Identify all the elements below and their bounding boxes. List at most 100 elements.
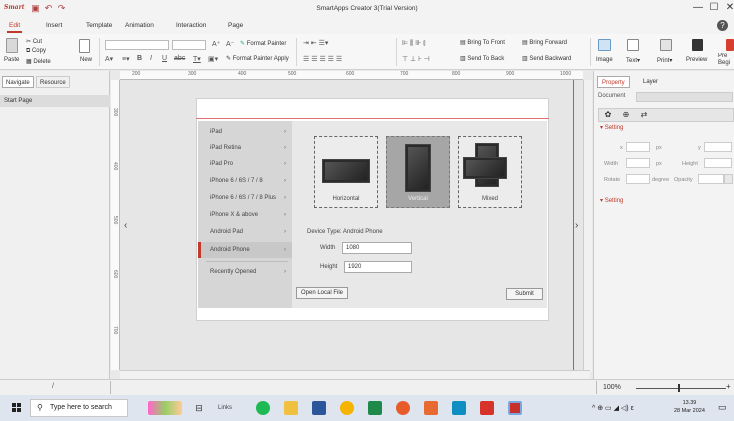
tab-animation[interactable]: Animation: [125, 22, 154, 29]
delete-button[interactable]: ▦ Delete: [26, 58, 51, 65]
app-icon-red[interactable]: [480, 401, 494, 415]
bold-icon[interactable]: B: [137, 55, 142, 62]
app-icon-mixed[interactable]: [424, 401, 438, 415]
taskbar-search[interactable]: ⚲ Type here to search: [30, 399, 128, 417]
increase-font-icon[interactable]: A⁺: [212, 40, 220, 48]
menu-item-iphone-6[interactable]: iPhone 6 / 6S / 7 / 8 ›: [198, 173, 292, 189]
text-color-icon[interactable]: T▾: [193, 55, 201, 63]
distribute-icon[interactable]: ⊤ ⊥ ⊦ ⊣: [402, 55, 430, 63]
italic-icon[interactable]: I: [150, 55, 152, 62]
tab-layer[interactable]: Layer: [639, 76, 662, 88]
preview-button[interactable]: Preview: [686, 57, 707, 63]
publish-icon[interactable]: [726, 39, 734, 51]
height-input[interactable]: 1920: [344, 261, 412, 273]
zoom-slider-knob[interactable]: [678, 384, 680, 392]
send-backward-button[interactable]: ▥ Send Backward: [522, 55, 571, 62]
width-input[interactable]: 1080: [342, 242, 412, 254]
zoom-in-icon[interactable]: +: [726, 382, 731, 391]
line-style-icon[interactable]: ≡▾: [122, 55, 130, 63]
notification-icon[interactable]: ▭: [718, 402, 727, 413]
maximize-button[interactable]: ☐: [708, 2, 720, 14]
menu-item-recently-opened[interactable]: Recently Opened ›: [198, 264, 292, 280]
links-toolbar[interactable]: Links: [218, 405, 232, 411]
paste-icon[interactable]: [6, 38, 18, 53]
bring-forward-button[interactable]: ▤ Bring Forward: [522, 39, 567, 46]
paste-button[interactable]: Paste: [4, 57, 19, 63]
open-local-file-button[interactable]: Open Local File: [296, 287, 348, 299]
setting-section-header-2[interactable]: ▾ Setting: [600, 197, 623, 204]
tab-insert[interactable]: Insert: [46, 22, 62, 29]
menu-item-ipad[interactable]: iPad ›: [198, 124, 292, 140]
format-painter-apply-button[interactable]: ✎ Format Painter Apply: [226, 55, 289, 62]
gear-icon[interactable]: ✿: [601, 109, 615, 121]
spotify-icon[interactable]: [256, 401, 270, 415]
tab-edit[interactable]: Edit: [6, 22, 23, 33]
printer-icon[interactable]: [660, 39, 672, 51]
new-page-icon[interactable]: [79, 39, 90, 53]
indent-icon[interactable]: ⇥ ⇤ ☰▾: [303, 39, 328, 47]
strikethrough-icon[interactable]: abc: [174, 55, 185, 62]
tab-page[interactable]: Page: [228, 22, 243, 29]
document-field[interactable]: [636, 92, 733, 102]
x-input[interactable]: [626, 142, 650, 152]
decrease-font-icon[interactable]: A⁻: [226, 40, 234, 48]
menu-item-iphone-x[interactable]: iPhone X & above ›: [198, 207, 292, 223]
clock[interactable]: 13.39 28 Mar 2024: [674, 399, 705, 415]
menu-item-ipad-retina[interactable]: iPad Retina ›: [198, 140, 292, 156]
font-family-select[interactable]: [105, 40, 169, 50]
orientation-vertical-card[interactable]: Vertical: [386, 136, 450, 208]
tab-template[interactable]: Template: [86, 22, 112, 29]
submit-button[interactable]: Submit: [506, 288, 543, 300]
next-page-arrow-icon[interactable]: ›: [575, 220, 578, 231]
start-page-item[interactable]: Start Page: [0, 95, 110, 107]
y-input[interactable]: [704, 142, 732, 152]
preview-icon[interactable]: [692, 39, 703, 51]
align-objects-icon[interactable]: ⊫ ⫼ ⊪ ⫾: [402, 39, 426, 48]
globe-icon[interactable]: ⊕: [619, 109, 633, 121]
close-button[interactable]: ✕: [724, 2, 734, 14]
cut-button[interactable]: ✂ Cut: [26, 38, 42, 45]
zoom-slider[interactable]: [636, 388, 726, 389]
widgets-icon[interactable]: [148, 401, 182, 415]
chrome-icon[interactable]: [340, 401, 354, 415]
preview-begin-button[interactable]: Pre Begi: [718, 53, 734, 67]
rotate-input[interactable]: [626, 174, 650, 184]
text-box-icon[interactable]: [627, 39, 639, 51]
menu-item-ipad-pro[interactable]: iPad Pro ›: [198, 156, 292, 172]
menu-item-android-pad[interactable]: Android Pad ›: [198, 224, 292, 240]
tab-property[interactable]: Property: [597, 76, 630, 88]
orientation-horizontal-card[interactable]: Horizontal: [314, 136, 378, 208]
font-size-select[interactable]: [172, 40, 206, 50]
new-button[interactable]: New: [80, 57, 92, 63]
word-icon[interactable]: [312, 401, 326, 415]
menu-item-iphone-6-plus[interactable]: iPhone 6 / 6S / 7 / 8 Plus ›: [198, 190, 292, 206]
smartapps-taskbar-icon[interactable]: [508, 401, 522, 415]
underline-icon[interactable]: U: [162, 55, 167, 62]
windows-start-icon[interactable]: [12, 403, 22, 413]
opacity-dropdown-arrow[interactable]: [724, 174, 733, 184]
format-painter-button[interactable]: ✎ Format Painter: [240, 40, 286, 47]
prev-page-arrow-icon[interactable]: ‹: [124, 220, 127, 231]
height-input[interactable]: [704, 158, 732, 168]
align-text-icon[interactable]: ☰ ☰ ☰ ☰ ☰: [303, 55, 342, 63]
swap-icon[interactable]: ⇄: [637, 109, 651, 121]
text-button[interactable]: Text▾: [626, 57, 640, 64]
task-view-icon[interactable]: ⊟: [192, 401, 206, 415]
vertical-scrollbar[interactable]: [583, 80, 592, 372]
bring-to-front-button[interactable]: ▤ Bring To Front: [460, 39, 505, 46]
horizontal-scrollbar[interactable]: [120, 370, 590, 379]
app-icon-green[interactable]: [368, 401, 382, 415]
tab-interaction[interactable]: Interaction: [176, 22, 206, 29]
width-input[interactable]: [626, 158, 650, 168]
print-button[interactable]: Print▾: [657, 57, 672, 64]
font-color-icon[interactable]: A▾: [105, 55, 113, 63]
help-icon[interactable]: ?: [717, 20, 728, 31]
menu-item-android-phone[interactable]: Android Phone ›: [198, 242, 292, 258]
tab-resource[interactable]: Resource: [36, 76, 70, 88]
app-icon-blue[interactable]: [452, 401, 466, 415]
minimize-button[interactable]: —: [692, 2, 704, 14]
system-tray-icons[interactable]: ^ ⊕ ▭ ◢ ◁) ε: [592, 404, 634, 412]
setting-section-header[interactable]: ▾ Setting: [600, 124, 623, 131]
copy-button[interactable]: ⧉ Copy: [26, 48, 46, 55]
tab-navigate[interactable]: Navigate: [2, 76, 34, 88]
